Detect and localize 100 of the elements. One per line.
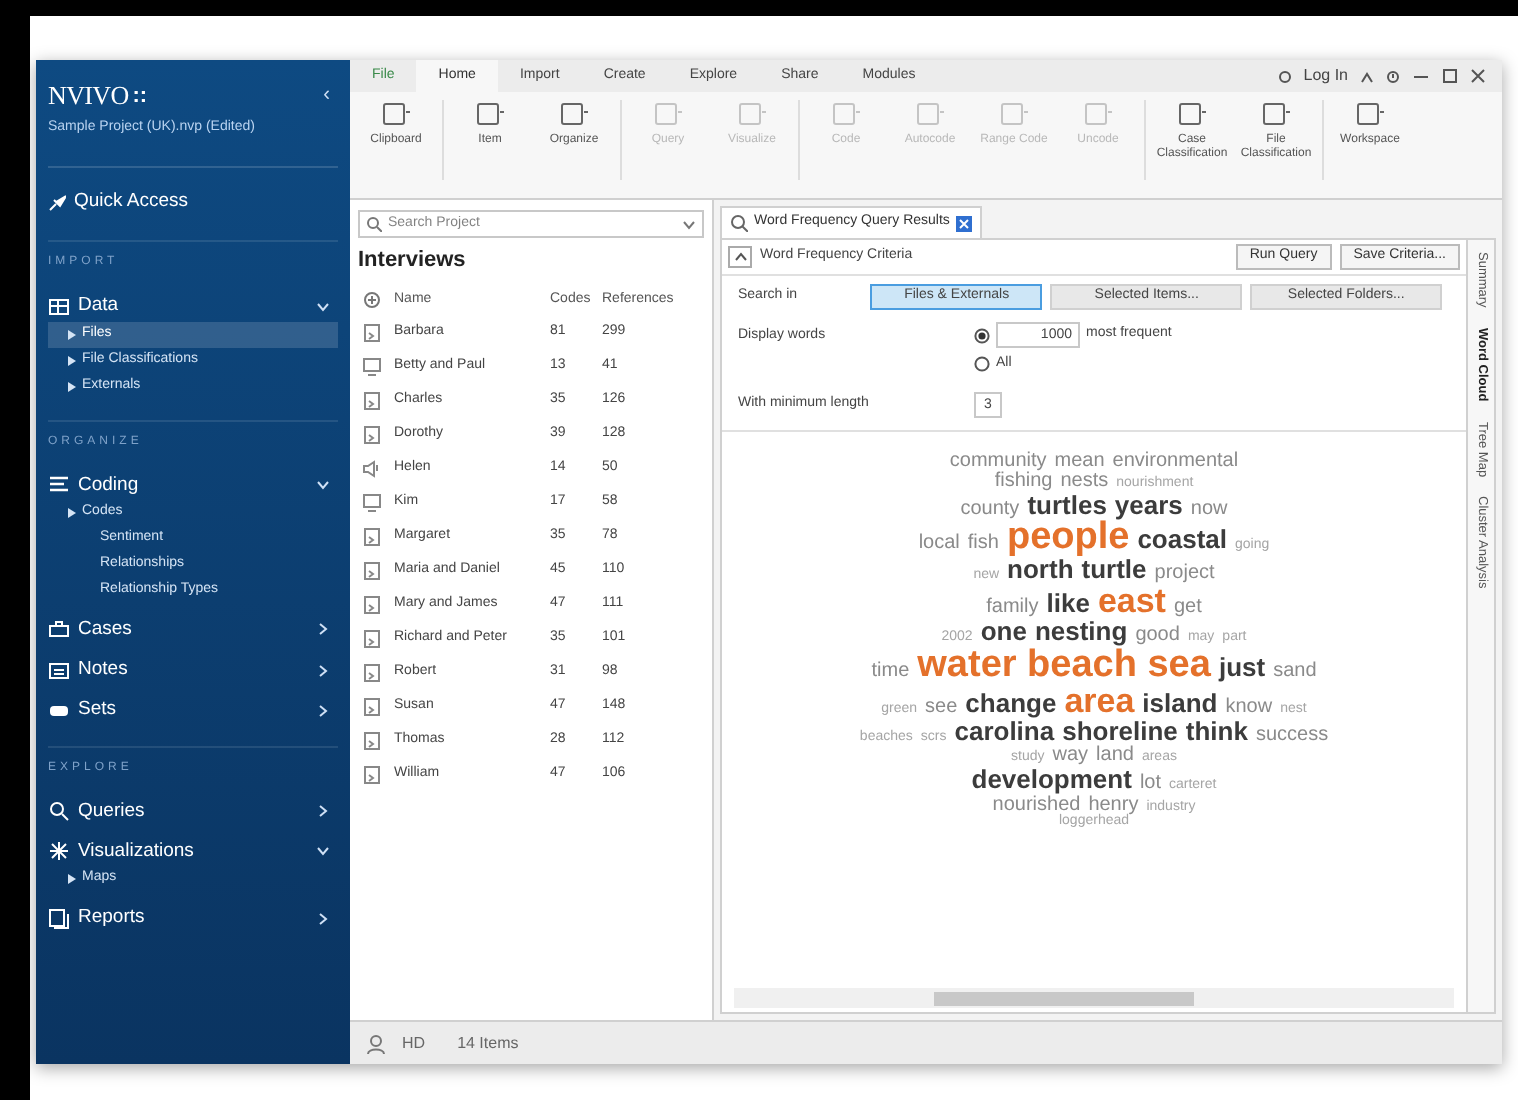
gear-icon xyxy=(1277,69,1292,83)
group-label: Data xyxy=(78,292,119,321)
radio-button[interactable] xyxy=(974,327,990,343)
logo-text: NVIVO xyxy=(48,78,129,114)
square-icon xyxy=(1354,100,1386,128)
briefcase-icon xyxy=(48,618,70,641)
document-icon xyxy=(362,593,382,615)
search-icon xyxy=(366,216,382,232)
cloud-word: family xyxy=(986,597,1039,617)
cloud-word: success xyxy=(1255,725,1329,745)
monitor-icon xyxy=(362,355,382,377)
cloud-word: get xyxy=(1173,597,1202,617)
sidebar-group[interactable]: Reports xyxy=(48,904,338,933)
group-label: Coding xyxy=(78,471,139,499)
monitor-icon xyxy=(362,491,382,513)
close-icon xyxy=(955,215,972,231)
document-icon xyxy=(362,321,382,343)
cloud-word: environmental xyxy=(1112,451,1239,470)
cloud-word: one xyxy=(980,619,1027,645)
cloud-word: like xyxy=(1046,591,1090,617)
speaker-icon xyxy=(362,457,382,479)
maximize-icon xyxy=(1442,68,1458,84)
user-initials: HD xyxy=(402,1031,426,1055)
sidebar-group[interactable]: Queries xyxy=(48,797,338,826)
document-icon xyxy=(362,695,382,717)
logo-mark: :: xyxy=(132,81,148,111)
square-icon xyxy=(998,100,1030,128)
cloud-word: water beach sea xyxy=(917,647,1211,684)
cloud-word: good xyxy=(1135,625,1180,645)
help-icon xyxy=(1386,69,1400,83)
add-icon xyxy=(362,290,382,310)
quick-access-link[interactable]: Quick Access xyxy=(48,188,338,217)
cloud-word: lot xyxy=(1139,774,1161,794)
cloud-word: mean xyxy=(1054,451,1105,470)
sidebar-group[interactable]: Sets xyxy=(48,696,338,725)
square-icon xyxy=(1176,100,1208,128)
asterisk-icon xyxy=(48,840,70,863)
square-icon xyxy=(558,100,590,128)
cloud-word: fishing xyxy=(994,472,1053,491)
table-icon xyxy=(48,295,70,318)
cloud-word: know xyxy=(1225,697,1273,717)
square-icon xyxy=(1082,100,1114,128)
cloud-word: carolina xyxy=(954,719,1055,745)
collapse-button[interactable]: ‹ xyxy=(323,80,330,111)
cloud-word: fish xyxy=(967,534,999,554)
pin-icon xyxy=(48,193,66,212)
chevron-icon xyxy=(733,252,747,262)
cloud-word: local xyxy=(918,534,960,554)
lines-icon xyxy=(48,474,70,497)
collapse-button[interactable] xyxy=(728,246,752,268)
sidebar-group[interactable]: Visualizations xyxy=(48,837,338,866)
sidebar-group[interactable]: Cases xyxy=(48,615,338,644)
cloud-word: time xyxy=(871,661,910,681)
triangle-icon xyxy=(68,329,76,339)
triangle-icon xyxy=(68,355,76,365)
sidebar-group[interactable]: Coding xyxy=(48,471,338,500)
chevron-icon xyxy=(316,703,330,718)
group-label: Visualizations xyxy=(78,837,194,866)
cloud-word: change xyxy=(965,691,1057,716)
group-label: Sets xyxy=(78,696,117,725)
cloud-word: turtles xyxy=(1027,493,1107,518)
radio-button[interactable] xyxy=(974,356,990,373)
document-icon xyxy=(362,661,382,683)
login-button[interactable]: Log In xyxy=(1303,64,1348,88)
chevron-icon xyxy=(316,478,330,493)
cloud-word: shoreline xyxy=(1062,719,1178,745)
search-icon xyxy=(730,214,748,232)
item-count: 14 Items xyxy=(457,1031,519,1055)
cloud-word: sand xyxy=(1273,661,1317,681)
scrollbar[interactable] xyxy=(734,988,1454,1008)
triangle-icon xyxy=(68,874,76,884)
cloud-word: nesting xyxy=(1034,619,1128,645)
square-icon xyxy=(652,100,684,128)
document-icon xyxy=(362,559,382,581)
cloud-word: land xyxy=(1096,746,1134,766)
cloud-word: now xyxy=(1190,499,1228,519)
group-label: Notes xyxy=(78,656,128,684)
chevron-icon xyxy=(316,663,330,678)
document-icon xyxy=(362,389,382,411)
cloud-word: coastal xyxy=(1137,528,1228,553)
square-icon xyxy=(736,100,768,128)
cloud-word: north xyxy=(1007,558,1074,584)
list-title: Interviews xyxy=(358,246,468,276)
triangle-icon xyxy=(68,507,76,518)
sidebar-group[interactable]: Data xyxy=(48,292,338,321)
cloud-word: see xyxy=(925,697,958,717)
cloud-word: years xyxy=(1114,493,1183,518)
sidebar-group[interactable]: Notes xyxy=(48,656,338,685)
cloud-word: area xyxy=(1064,685,1135,718)
document-icon xyxy=(362,525,382,547)
cloud-word: turtle xyxy=(1081,558,1147,584)
document-icon xyxy=(362,423,382,445)
note-icon xyxy=(48,659,70,682)
close-icon xyxy=(1470,68,1486,84)
chevron-icon xyxy=(316,299,330,314)
document-icon xyxy=(362,627,382,649)
square-icon xyxy=(474,100,506,128)
search-icon xyxy=(48,800,70,823)
chevron-icon xyxy=(316,844,330,859)
cloud-word: county xyxy=(960,499,1020,519)
